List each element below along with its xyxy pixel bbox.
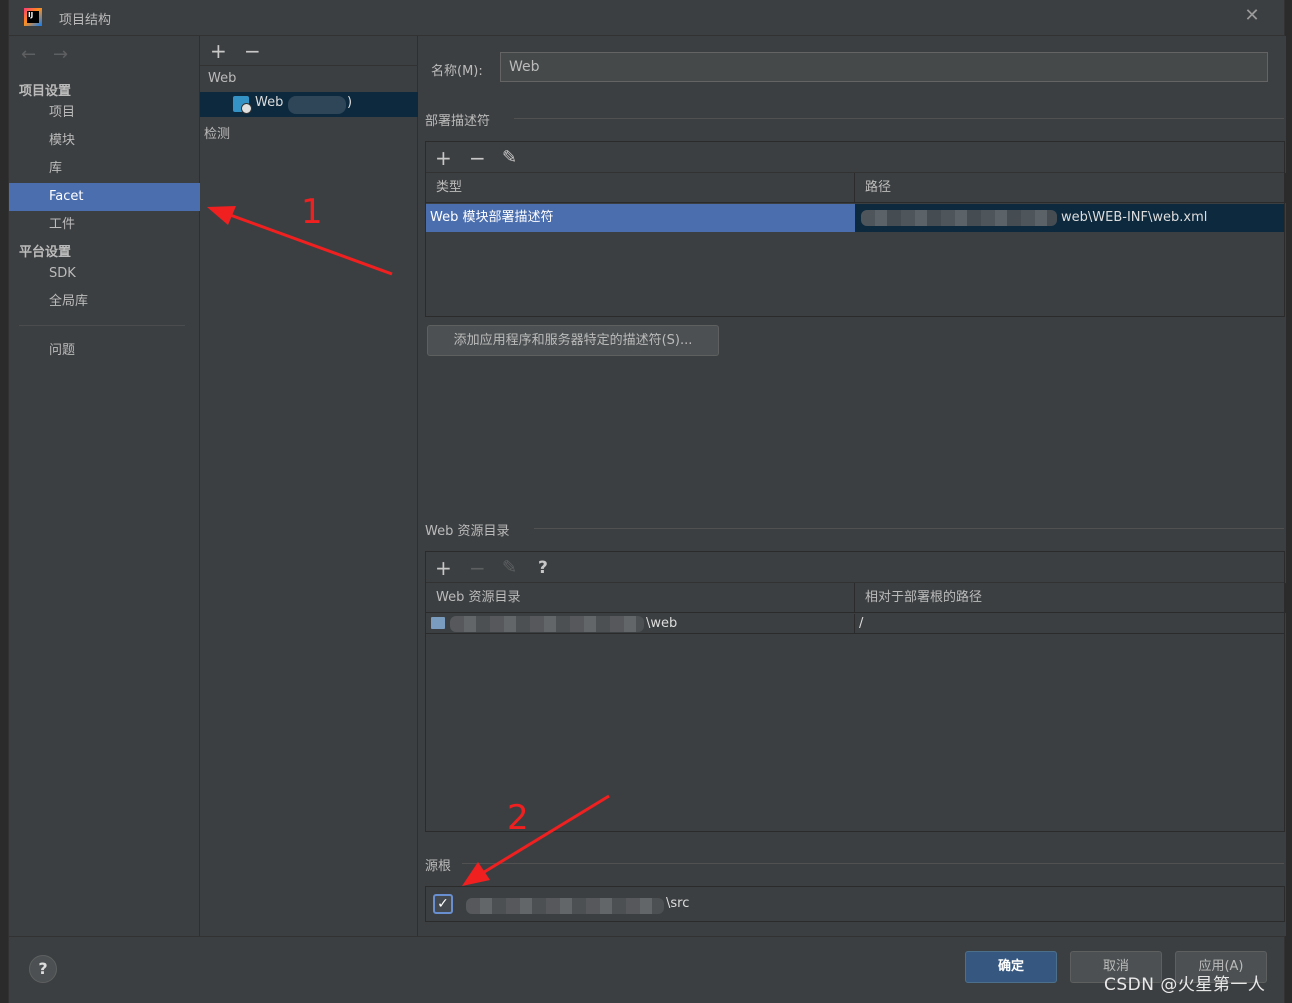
facets-toolbar: + − <box>200 36 418 66</box>
web-facet-icon <box>233 96 252 114</box>
nav-item-problems[interactable]: 问题 <box>9 337 200 365</box>
platform-settings-heading: 平台设置 <box>19 245 72 260</box>
descriptor-path-cell: web\WEB-INF\web.xml <box>855 204 1284 232</box>
add-facet-button[interactable]: + <box>210 41 227 61</box>
column-header-relative-path[interactable]: 相对于部署根的路径 <box>855 583 1286 613</box>
redacted-module-name <box>288 96 346 114</box>
deployment-table-header: 类型 路径 <box>426 173 1286 203</box>
edit-resource-button[interactable]: ✎ <box>502 558 517 578</box>
logo-text: IJ <box>27 11 39 23</box>
nav-item-facets[interactable]: Facet <box>9 183 200 211</box>
section-divider <box>462 863 1284 864</box>
resource-dir-cell: \web <box>426 614 855 633</box>
deployment-descriptors-title: 部署描述符 <box>425 114 491 129</box>
relative-path-cell: / <box>859 616 864 631</box>
resource-dir-text: \web <box>646 616 678 631</box>
dialog-footer: ? 确定 取消 应用(A) <box>9 936 1284 1003</box>
nav-item-global-libraries[interactable]: 全局库 <box>9 288 200 316</box>
facet-label: Web <box>255 95 284 110</box>
add-server-descriptor-button[interactable]: 添加应用程序和服务器特定的描述符(S)... <box>427 325 719 356</box>
project-settings-heading: 项目设置 <box>19 84 72 99</box>
facet-label-suffix: ) <box>347 95 353 110</box>
name-input[interactable]: Web <box>500 52 1268 82</box>
facets-panel: + − Web Web ) 检测 <box>200 36 418 936</box>
nav-item-libraries[interactable]: 库 <box>9 155 200 183</box>
facet-settings: 名称(M): Web 部署描述符 + − ✎ 类型 路径 Web 模块部署描述符… <box>418 36 1286 936</box>
forward-arrow-icon[interactable]: → <box>53 44 68 65</box>
help-button[interactable]: ? <box>29 955 57 983</box>
project-structure-dialog: IJ 项目结构 ✕ ← → 项目设置 项目 模块 库 Facet 工件 平台设置… <box>8 0 1286 1003</box>
web-resources-table-header: Web 资源目录 相对于部署根的路径 <box>426 583 1286 613</box>
column-header-path[interactable]: 路径 <box>855 173 1286 203</box>
nav-divider <box>19 325 185 326</box>
tree-node-web-facet[interactable]: Web ) <box>200 92 418 117</box>
add-descriptor-button[interactable]: + <box>435 148 452 168</box>
edit-descriptor-button[interactable]: ✎ <box>502 148 517 168</box>
nav-item-sdk[interactable]: SDK <box>9 260 200 288</box>
title-bar: IJ 项目结构 ✕ <box>9 0 1284 36</box>
remove-descriptor-button[interactable]: − <box>469 148 486 168</box>
csdn-watermark: CSDN @火星第一人 <box>1104 975 1266 995</box>
annotation-number-2: 2 <box>507 798 529 838</box>
help-resource-button[interactable]: ? <box>538 558 548 578</box>
name-label: 名称(M): <box>431 64 483 79</box>
intellij-logo-icon: IJ <box>24 8 42 26</box>
descriptor-type-cell: Web 模块部署描述符 <box>426 204 855 232</box>
redacted-path <box>861 210 1057 226</box>
remove-facet-button[interactable]: − <box>244 41 261 61</box>
add-resource-button[interactable]: + <box>435 558 452 578</box>
table-row[interactable]: \web / <box>426 614 1284 634</box>
tree-node-detection[interactable]: 检测 <box>204 123 230 142</box>
folder-icon <box>431 617 445 629</box>
redacted-path <box>466 898 664 914</box>
table-row[interactable]: Web 模块部署描述符 web\WEB-INF\web.xml <box>426 204 1284 232</box>
section-divider <box>534 528 1284 529</box>
settings-navigation: ← → 项目设置 项目 模块 库 Facet 工件 平台设置 SDK 全局库 问… <box>9 36 200 936</box>
descriptor-path-text: web\WEB-INF\web.xml <box>1061 210 1208 225</box>
nav-item-modules[interactable]: 模块 <box>9 127 200 155</box>
deployment-descriptors-panel: + − ✎ 类型 路径 Web 模块部署描述符 web\WEB-INF\web.… <box>425 141 1286 317</box>
nav-item-project[interactable]: 项目 <box>9 99 200 127</box>
source-roots-title: 源根 <box>425 859 452 874</box>
section-divider <box>514 118 1284 119</box>
column-header-resource-dir[interactable]: Web 资源目录 <box>426 583 855 613</box>
column-header-type[interactable]: 类型 <box>426 173 855 203</box>
deployment-toolbar: + − ✎ <box>426 142 1284 173</box>
web-resources-panel: + − ✎ ? Web 资源目录 相对于部署根的路径 \web / <box>425 551 1286 832</box>
nav-item-artifacts[interactable]: 工件 <box>9 211 200 239</box>
web-resources-title: Web 资源目录 <box>425 524 510 539</box>
source-root-checkbox[interactable]: ✓ <box>433 894 453 914</box>
annotation-number-1: 1 <box>301 192 323 232</box>
remove-resource-button[interactable]: − <box>469 558 486 578</box>
window-title: 项目结构 <box>59 13 112 28</box>
back-arrow-icon[interactable]: ← <box>21 44 36 65</box>
redacted-path <box>450 616 644 632</box>
ok-button[interactable]: 确定 <box>965 951 1057 983</box>
tree-node-web-group[interactable]: Web <box>208 71 236 86</box>
source-root-path: \src <box>666 896 690 911</box>
web-resources-toolbar: + − ✎ ? <box>426 552 1284 583</box>
close-icon[interactable]: ✕ <box>1242 6 1262 26</box>
